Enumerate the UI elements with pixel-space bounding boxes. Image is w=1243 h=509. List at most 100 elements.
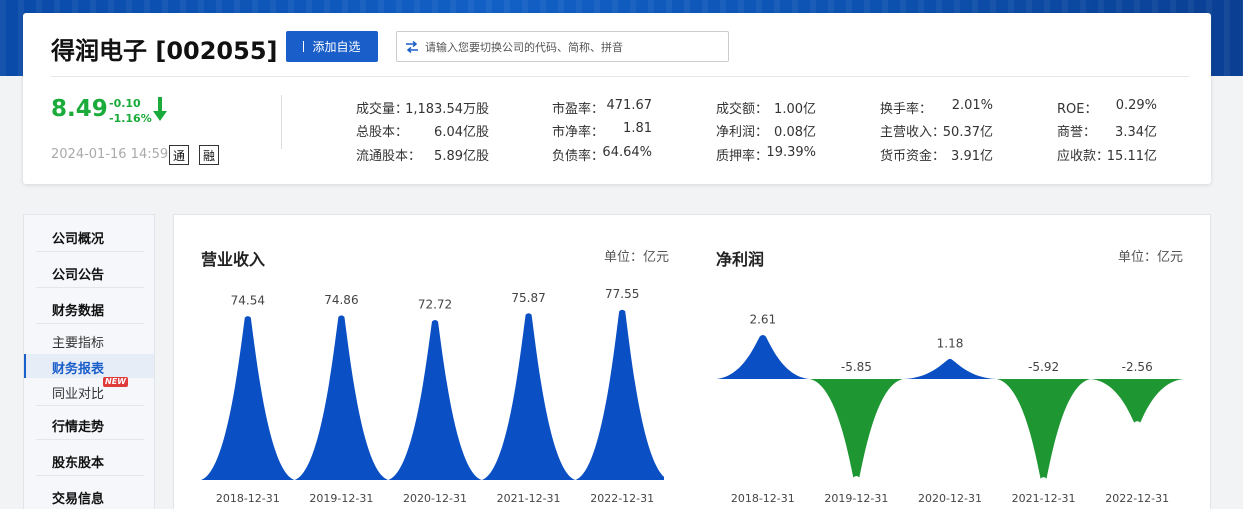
quote-divider [281,95,282,149]
revenue-x-tick: 2022-12-31 [590,492,654,505]
sidebar-item-financial-data[interactable]: 财务数据 [52,300,104,319]
stat-label: 质押率： [716,149,769,164]
add-watchlist-label: 添加自选 [312,40,361,54]
sidebar-divider [36,405,144,406]
search-placeholder: 请输入您要切换公司的代码、简称、拼音 [425,40,623,54]
profit-negative-peak [996,379,1091,479]
sidebar-divider [36,475,144,476]
profit-x-tick: 2018-12-31 [731,492,795,505]
sidebar-divider [36,251,144,252]
new-badge: NEW [103,377,128,387]
add-watchlist-button[interactable]: 添加自选 [286,31,378,62]
stat-label: 市盈率： [552,102,605,117]
stat-label: 主营收入： [880,125,946,140]
profit-x-tick: 2021-12-31 [1012,492,1076,505]
profit-positive-peak [903,358,997,379]
company-title: 得润电子 [002055] [51,37,278,65]
switch-icon [406,40,418,53]
stat-label: 商誉： [1057,125,1097,140]
revenue-peak [201,316,295,480]
revenue-chart: 74.54 2018-12-31 74.86 2019-12-31 72.72 2020-… [201,287,664,505]
stat-value: 50.37亿 [942,125,993,140]
stat-item: 成交量： 1,183.54万股 [356,98,489,117]
sidebar-item-key-indicators[interactable]: 主要指标 [52,332,104,351]
stat-item: 商誉： 3.34亿 [1057,121,1157,140]
sidebar-divider [36,287,144,288]
stat-item: 负债率： 64.64% [552,145,652,164]
revenue-value-label: 77.55 [605,287,639,301]
stat-item: 质押率： 19.39% [716,145,816,164]
arrow-down-icon [153,97,167,121]
revenue-peak [481,313,576,480]
sidebar-item-shareholders[interactable]: 股东股本 [52,452,104,471]
sidebar-item-peer-comparison[interactable]: 同业对比 [52,383,104,402]
stat-label: ROE： [1057,102,1098,117]
stat-item: 市净率： 1.81 [552,121,652,140]
sidebar-item-company-overview[interactable]: 公司概况 [52,228,104,247]
stat-label: 负债率： [552,149,605,164]
stat-item: ROE： 0.29% [1057,98,1157,117]
stat-value: 0.08亿 [774,125,816,140]
stat-value: 3.91亿 [951,149,993,164]
revenue-peak [575,309,664,480]
stock-header-card: 得润电子 [002055] 添加自选 请输入您要切换公司的代码、简称、拼音 8.… [23,13,1211,184]
stat-value: 64.64% [602,145,652,160]
quote-timestamp: 2024-01-16 14:59 [51,147,169,162]
stat-item: 成交额： 1.00亿 [716,98,816,117]
header-divider [51,76,1189,77]
revenue-peak [388,319,482,480]
profit-x-tick: 2020-12-31 [918,492,982,505]
stat-item: 净利润： 0.08亿 [716,121,816,140]
revenue-x-tick: 2018-12-31 [216,492,280,505]
stat-value: 1.00亿 [774,102,816,117]
stat-value: 19.39% [766,145,816,160]
revenue-peak [294,315,389,480]
change-amount: -0.10 [109,97,141,110]
stat-value: 1.81 [623,121,652,136]
revenue-x-tick: 2019-12-31 [309,492,373,505]
stat-value: 2.01% [951,98,993,113]
revenue-value-label: 74.54 [231,294,265,308]
profit-negative-peak [809,379,904,478]
profit-negative-peak [1090,379,1184,423]
price-change: -0.10 -1.16% [109,96,152,126]
stat-label: 成交额： [716,102,769,117]
profit-x-tick: 2022-12-31 [1105,492,1169,505]
stat-label: 流通股本： [356,149,422,164]
stat-label: 成交量： [356,102,409,117]
stat-value: 3.34亿 [1115,125,1157,140]
stat-label: 净利润： [716,125,769,140]
stat-label: 换手率： [880,102,933,117]
stat-item: 应收款： 15.11亿 [1057,145,1157,164]
revenue-value-label: 75.87 [511,291,545,305]
sidebar-item-announcements[interactable]: 公司公告 [52,264,104,283]
stat-value: 5.89亿股 [434,149,489,164]
sidebar: 公司概况 公司公告 财务数据 主要指标 财务报表 同业对比 NEW 行情走势 股… [23,214,155,509]
rong-tag: 融 [199,145,219,165]
stat-value: 6.04亿股 [434,125,489,140]
sidebar-item-trading-info[interactable]: 交易信息 [52,488,104,507]
stat-label: 应收款： [1057,149,1110,164]
stat-value: 471.67 [606,98,653,113]
sidebar-divider [36,439,144,440]
stat-item: 换手率： 2.01% [880,98,993,117]
profit-value-label: -5.85 [841,360,872,374]
revenue-x-tick: 2021-12-31 [497,492,561,505]
sidebar-divider [36,323,144,324]
current-price: 8.49 [51,96,108,122]
profit-value-label: -2.56 [1122,360,1153,374]
stat-item: 货币资金： 3.91亿 [880,145,993,164]
sidebar-item-financial-statements[interactable]: 财务报表 [52,358,104,377]
stat-value: 1,183.54万股 [405,102,489,117]
profit-value-label: 2.61 [749,313,776,327]
stat-label: 市净率： [552,125,605,140]
profit-value-label: 1.18 [937,336,964,350]
change-percent: -1.16% [109,112,152,125]
tong-tag: 通 [169,145,189,165]
sidebar-item-market-trend[interactable]: 行情走势 [52,416,104,435]
stat-item: 总股本： 6.04亿股 [356,121,489,140]
company-search-input[interactable]: 请输入您要切换公司的代码、简称、拼音 [396,31,729,62]
net-profit-chart: 2.61 2018-12-31 -5.85 2019-12-31 1.18 2020-12… [716,313,1184,505]
stat-item: 主营收入： 50.37亿 [880,121,993,140]
financial-charts-panel: 营业收入 单位：亿元 净利润 单位：亿元 74.54 2018-12-31 74.8… [173,214,1211,509]
